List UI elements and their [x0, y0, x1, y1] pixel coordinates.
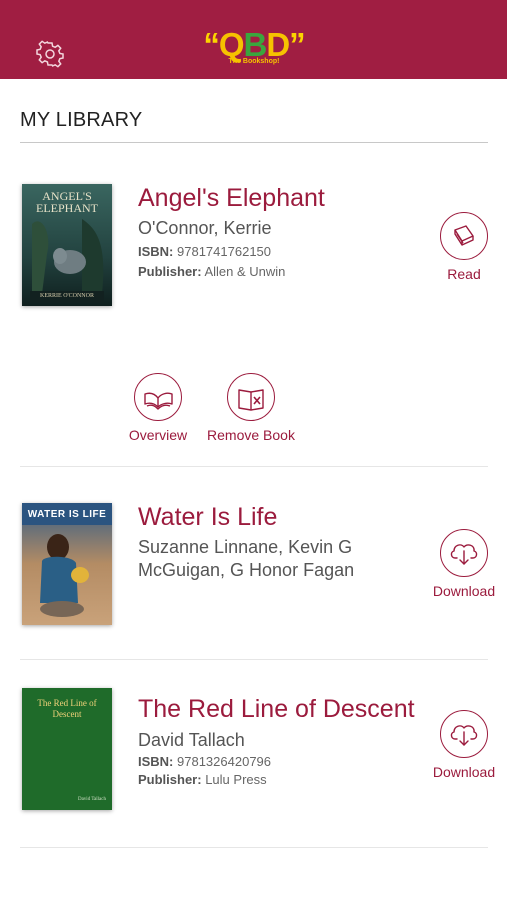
cover-author: KERRIE O'CONNOR [40, 293, 94, 299]
download-circle [440, 529, 488, 577]
book-author: Suzanne Linnane, Kevin G McGuigan, G Hon… [138, 537, 355, 580]
publisher-value: Allen & Unwin [204, 264, 286, 279]
book-cover-water-is-life[interactable]: WATER IS LIFE [22, 503, 112, 625]
remove-book-icon [238, 389, 264, 411]
isbn-line: ISBN: 9781741762150 [138, 244, 271, 259]
row-divider [20, 466, 488, 467]
download-circle [440, 710, 488, 758]
download-label: Download [432, 764, 496, 780]
gear-icon [36, 40, 64, 68]
cover-title: ANGEL'S ELEPHANT [36, 189, 98, 215]
publisher-label: Publisher: [138, 772, 202, 787]
open-book-icon [144, 392, 173, 410]
download-label: Download [432, 583, 496, 599]
overview-label: Overview [128, 427, 188, 443]
book-title[interactable]: The Red Line of Descent [138, 695, 415, 724]
read-button[interactable]: Read [426, 212, 502, 282]
overview-circle [134, 373, 182, 421]
settings-button[interactable] [36, 40, 64, 68]
cover-title: WATER IS LIFE [27, 509, 107, 520]
isbn-label: ISBN: [138, 244, 174, 259]
remove-book-label: Remove Book [207, 427, 295, 443]
book-title[interactable]: Water Is Life [138, 503, 277, 532]
qbd-logo: “QBD” The Bookshop! [198, 26, 310, 74]
read-label: Read [447, 266, 481, 282]
book-cover-angels-elephant[interactable]: ANGEL'S ELEPHANT KERRIE O'CONNOR [22, 184, 112, 306]
book-author: David Tallach [138, 730, 245, 750]
remove-book-button[interactable]: Remove Book [198, 373, 304, 443]
page-title: MY LIBRARY [20, 109, 143, 131]
overview-button[interactable]: Overview [120, 373, 196, 443]
book-author: O'Connor, Kerrie [138, 218, 272, 238]
row-divider [20, 847, 488, 848]
publisher-value: Lulu Press [205, 772, 267, 787]
book-icon [454, 225, 474, 246]
cover-author: David Tallach [77, 797, 106, 802]
cover-title: The Red Line of Descent [37, 698, 97, 719]
book-title[interactable]: Angel's Elephant [138, 184, 325, 213]
logo-wordmark: “QBD” [203, 26, 305, 63]
isbn-label: ISBN: [138, 754, 174, 769]
cloud-download-icon [450, 725, 478, 746]
publisher-line: Publisher: Lulu Press [138, 772, 267, 787]
isbn-value: 9781741762150 [177, 244, 272, 259]
read-circle [440, 212, 488, 260]
publisher-line: Publisher: Allen & Unwin [138, 264, 285, 279]
remove-book-circle [227, 373, 275, 421]
row-divider [20, 659, 488, 660]
download-button[interactable]: Download [426, 710, 502, 780]
cloud-download-icon [450, 544, 478, 565]
book-cover-red-line-of-descent[interactable]: The Red Line of Descent David Tallach [22, 688, 112, 810]
isbn-line: ISBN: 9781326420796 [138, 754, 271, 769]
publisher-label: Publisher: [138, 264, 202, 279]
cover-art [22, 503, 112, 625]
download-button[interactable]: Download [426, 529, 502, 599]
isbn-value: 9781326420796 [177, 754, 272, 769]
title-divider [20, 142, 488, 143]
app-header: “QBD” The Bookshop! [0, 0, 507, 79]
